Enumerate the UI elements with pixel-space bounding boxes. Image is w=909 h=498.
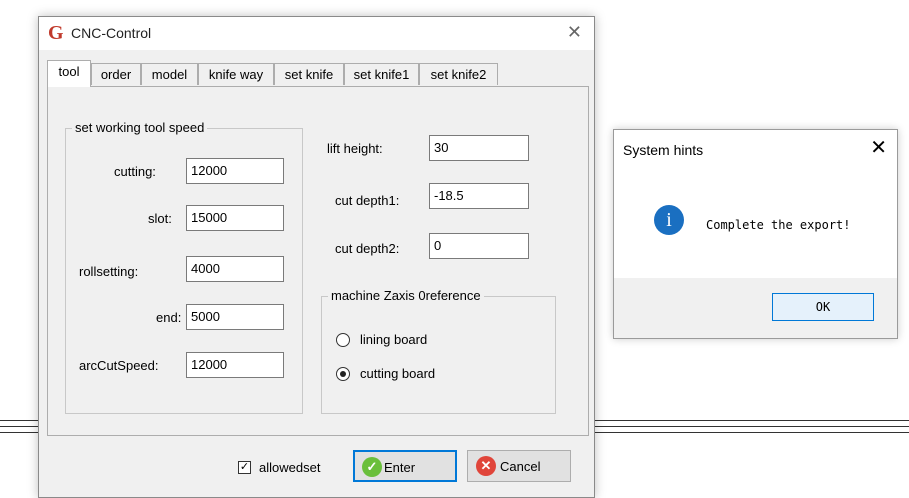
allowedset-label[interactable]: allowedset: [259, 460, 320, 475]
info-icon: i: [654, 205, 684, 235]
cancel-x-icon: ✕: [476, 456, 496, 476]
background-line: [0, 426, 38, 427]
app-logo-icon: G: [48, 22, 64, 44]
tab-order[interactable]: order: [91, 63, 141, 85]
hint-body: System hints ✕ i Complete the export!: [614, 130, 897, 278]
slot-speed-input[interactable]: 15000: [186, 205, 284, 231]
zaxis-group: machine Zaxis 0reference: [321, 288, 556, 414]
rollsetting-input[interactable]: 4000: [186, 256, 284, 282]
slot-label: slot:: [148, 211, 172, 226]
cnc-control-dialog: G CNC-Control ✕ tool order model knife w…: [38, 16, 595, 498]
tab-model[interactable]: model: [141, 63, 198, 85]
checkmark-icon: ✓: [362, 457, 382, 477]
window-title: CNC-Control: [71, 25, 152, 41]
end-label: end:: [156, 310, 182, 325]
background-line: [593, 432, 909, 433]
end-speed-input[interactable]: 5000: [186, 304, 284, 330]
system-hints-dialog: System hints ✕ i Complete the export! OK: [613, 129, 898, 339]
lift-height-label: lift height:: [327, 141, 383, 156]
radio-selected-dot: [340, 371, 346, 377]
lift-height-input[interactable]: 30: [429, 135, 529, 161]
title-bar: G CNC-Control ✕: [39, 17, 594, 50]
cancel-button[interactable]: ✕ Cancel: [467, 450, 571, 482]
enter-button[interactable]: ✓ Enter: [353, 450, 457, 482]
cutting-speed-input[interactable]: 12000: [186, 158, 284, 184]
speed-group-legend: set working tool speed: [72, 120, 208, 135]
background-line: [593, 426, 909, 427]
tab-set-knife[interactable]: set knife: [274, 63, 344, 85]
lining-board-radio[interactable]: [336, 333, 350, 347]
cancel-button-label: Cancel: [500, 459, 541, 474]
hint-title: System hints: [623, 142, 704, 158]
tab-tool[interactable]: tool: [47, 60, 91, 87]
cutting-board-label[interactable]: cutting board: [360, 366, 435, 381]
cut-depth1-label: cut depth1:: [335, 193, 400, 208]
hint-message: Complete the export!: [706, 218, 851, 232]
tab-panel-tool: set working tool speed cutting: 12000 sl…: [47, 86, 589, 436]
arc-cut-speed-label: arcCutSpeed:: [79, 358, 159, 373]
ok-button[interactable]: OK: [772, 293, 874, 321]
tab-set-knife2[interactable]: set knife2: [419, 63, 498, 85]
tab-knife-way[interactable]: knife way: [198, 63, 274, 85]
background-line: [0, 432, 38, 433]
allowedset-checkbox[interactable]: ✓: [238, 461, 251, 474]
cut-depth2-label: cut depth2:: [335, 241, 400, 256]
background-line: [593, 420, 909, 421]
cutting-label: cutting:: [114, 164, 156, 179]
rollsetting-label: rollsetting:: [79, 264, 139, 279]
lining-board-label[interactable]: lining board: [360, 332, 427, 347]
background-line: [0, 420, 38, 421]
cut-depth1-input[interactable]: -18.5: [429, 183, 529, 209]
enter-button-label: Enter: [384, 460, 416, 475]
close-icon[interactable]: ✕: [567, 22, 582, 42]
arc-cut-speed-input[interactable]: 12000: [186, 352, 284, 378]
cutting-board-radio[interactable]: [336, 367, 350, 381]
close-icon[interactable]: ✕: [870, 138, 887, 158]
zaxis-group-legend: machine Zaxis 0reference: [328, 288, 484, 303]
cut-depth2-input[interactable]: 0: [429, 233, 529, 259]
tab-set-knife1[interactable]: set knife1: [344, 63, 419, 85]
